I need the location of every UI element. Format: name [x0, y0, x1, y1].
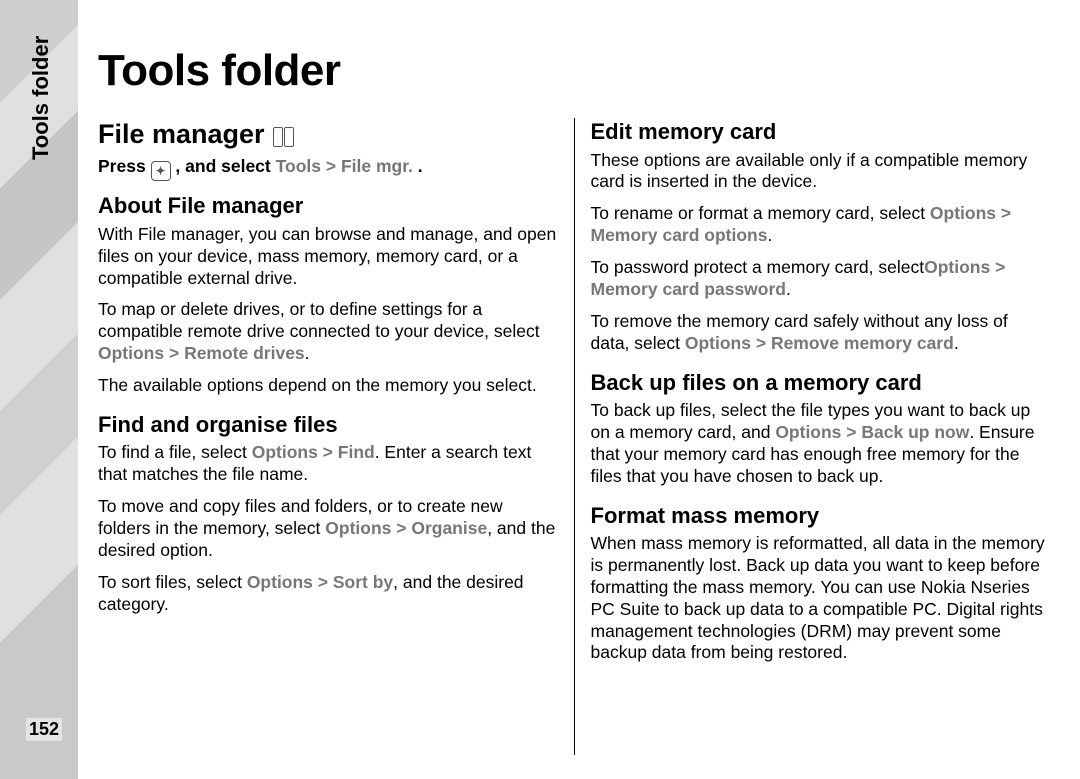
heading-about: About File manager — [98, 192, 558, 220]
about-p1: With File manager, you can browse and ma… — [98, 224, 558, 290]
path-filemgr: File mgr. — [341, 156, 413, 176]
edit-p3: To password protect a memory card, selec… — [591, 257, 1051, 301]
file-manager-path: Press ✦ , and select Tools > File mgr. . — [98, 156, 558, 179]
path-sep: > — [326, 156, 341, 176]
about-p2-e: . — [305, 343, 310, 363]
menu-key-icon: ✦ — [151, 161, 171, 181]
find-p1: To find a file, select Options > Find. E… — [98, 442, 558, 486]
path-period: . — [418, 156, 423, 176]
memory-card-options-label: Memory card options — [591, 225, 768, 245]
sep: > — [318, 442, 338, 462]
remote-drives-label: Remote drives — [184, 343, 305, 363]
options-label: Options — [98, 343, 164, 363]
back-up-now-label: Back up now — [861, 422, 969, 442]
find-p3: To sort files, select Options > Sort by,… — [98, 572, 558, 616]
options-label: Options — [924, 257, 990, 277]
left-column: File manager Press ✦ , and select Tools … — [98, 118, 574, 755]
options-label: Options — [930, 203, 996, 223]
sortby-label: Sort by — [333, 572, 393, 592]
about-p2: To map or delete drives, or to define se… — [98, 299, 558, 365]
find-p1-a: To find a file, select — [98, 442, 252, 462]
edit-p3-e: . — [786, 279, 791, 299]
options-label: Options — [775, 422, 841, 442]
and-select-label: , and select — [175, 156, 275, 176]
press-label: Press — [98, 156, 151, 176]
find-p3-a: To sort files, select — [98, 572, 247, 592]
options-label: Options — [252, 442, 318, 462]
path-tools: Tools — [276, 156, 321, 176]
heading-backup: Back up files on a memory card — [591, 369, 1051, 397]
two-column-layout: File manager Press ✦ , and select Tools … — [98, 118, 1050, 755]
options-label: Options — [685, 333, 751, 353]
options-label: Options — [247, 572, 313, 592]
edit-p4: To remove the memory card safely without… — [591, 311, 1051, 355]
page-number: 152 — [26, 718, 62, 741]
section-tab-label: Tools folder — [28, 36, 54, 160]
right-column: Edit memory card These options are avail… — [574, 118, 1051, 755]
edit-p1: These options are available only if a co… — [591, 150, 1051, 194]
sep: > — [391, 518, 411, 538]
page-title: Tools folder — [98, 46, 1050, 96]
heading-file-manager: File manager — [98, 118, 558, 152]
sep: > — [164, 343, 184, 363]
page-content: Tools folder File manager Press ✦ , and … — [78, 0, 1080, 779]
heading-file-manager-text: File manager — [98, 118, 265, 152]
about-p3: The available options depend on the memo… — [98, 375, 558, 397]
find-label: Find — [338, 442, 375, 462]
memory-card-password-label: Memory card password — [591, 279, 786, 299]
remove-memory-card-label: Remove memory card — [771, 333, 954, 353]
sep: > — [996, 203, 1011, 223]
sep: > — [990, 257, 1005, 277]
sep: > — [841, 422, 861, 442]
backup-p: To back up files, select the file types … — [591, 400, 1051, 488]
format-p: When mass memory is reformatted, all dat… — [591, 533, 1051, 664]
sep: > — [751, 333, 771, 353]
edit-p2-a: To rename or format a memory card, selec… — [591, 203, 930, 223]
edit-p2: To rename or format a memory card, selec… — [591, 203, 1051, 247]
heading-format: Format mass memory — [591, 502, 1051, 530]
file-manager-icon — [273, 125, 295, 149]
about-p2-a: To map or delete drives, or to define se… — [98, 299, 540, 341]
sep: > — [313, 572, 333, 592]
organise-label: Organise — [411, 518, 487, 538]
options-label: Options — [325, 518, 391, 538]
edit-p2-e: . — [767, 225, 772, 245]
decorative-strip: Tools folder 152 — [0, 0, 78, 779]
heading-find: Find and organise files — [98, 411, 558, 439]
find-p2: To move and copy files and folders, or t… — [98, 496, 558, 562]
edit-p3-a: To password protect a memory card, selec… — [591, 257, 925, 277]
heading-edit-memory: Edit memory card — [591, 118, 1051, 146]
edit-p4-e: . — [954, 333, 959, 353]
